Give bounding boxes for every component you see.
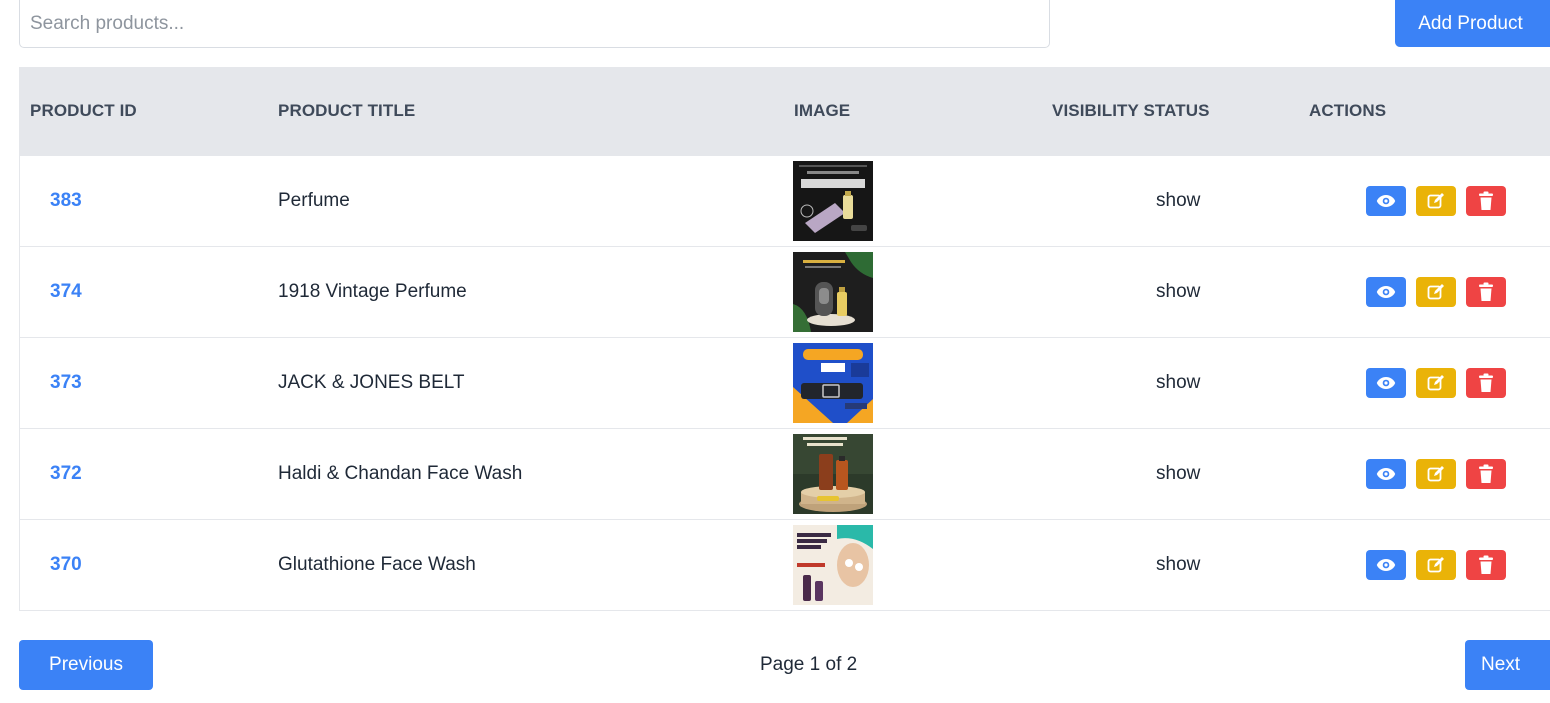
next-page-button[interactable]: Next xyxy=(1465,640,1550,690)
product-id-link[interactable]: 383 xyxy=(50,156,82,246)
product-id-link[interactable]: 370 xyxy=(50,520,82,610)
product-id-link[interactable]: 374 xyxy=(50,247,82,337)
delete-button[interactable] xyxy=(1466,550,1506,580)
edit-icon xyxy=(1427,375,1444,391)
glutathione-face-wash-product-thumbnail xyxy=(793,525,873,605)
product-title: Haldi & Chandan Face Wash xyxy=(278,463,523,484)
header-actions: ACTIONS xyxy=(1309,101,1387,120)
trash-icon xyxy=(1479,555,1493,574)
view-button[interactable] xyxy=(1366,550,1406,580)
edit-icon xyxy=(1427,557,1444,573)
product-title: Perfume xyxy=(278,190,350,211)
delete-button[interactable] xyxy=(1466,186,1506,216)
header-product-title: PRODUCT TITLE xyxy=(278,101,416,120)
edit-button[interactable] xyxy=(1416,186,1456,216)
table-row: 373 JACK & JONES BELT show xyxy=(20,337,1550,428)
edit-button[interactable] xyxy=(1416,459,1456,489)
edit-icon xyxy=(1427,284,1444,300)
perfume-product-thumbnail xyxy=(793,161,873,241)
table-row: 374 1918 Vintage Perfume show xyxy=(20,246,1550,337)
product-title: Glutathione Face Wash xyxy=(278,554,476,575)
view-button[interactable] xyxy=(1366,459,1406,489)
row-actions xyxy=(1366,338,1506,428)
product-id-link[interactable]: 372 xyxy=(50,429,82,519)
edit-button[interactable] xyxy=(1416,277,1456,307)
vintage-perfume-product-thumbnail xyxy=(793,252,873,332)
row-actions xyxy=(1366,429,1506,519)
page-indicator: Page 1 of 2 xyxy=(760,654,858,675)
search-input[interactable] xyxy=(19,0,1050,48)
edit-button[interactable] xyxy=(1416,550,1456,580)
product-id-link[interactable]: 373 xyxy=(50,338,82,428)
table-row: 370 Glutathione Face Wash show xyxy=(20,519,1550,610)
delete-button[interactable] xyxy=(1466,459,1506,489)
row-actions xyxy=(1366,156,1506,246)
edit-button[interactable] xyxy=(1416,368,1456,398)
edit-icon xyxy=(1427,193,1444,209)
eye-icon xyxy=(1376,468,1396,480)
trash-icon xyxy=(1479,464,1493,483)
eye-icon xyxy=(1376,377,1396,389)
eye-icon xyxy=(1376,195,1396,207)
row-actions xyxy=(1366,520,1506,610)
view-button[interactable] xyxy=(1366,277,1406,307)
visibility-status: show xyxy=(1156,190,1201,211)
delete-button[interactable] xyxy=(1466,368,1506,398)
trash-icon xyxy=(1479,191,1493,210)
visibility-status: show xyxy=(1156,554,1201,575)
product-title: JACK & JONES BELT xyxy=(278,372,465,393)
row-actions xyxy=(1366,247,1506,337)
view-button[interactable] xyxy=(1366,368,1406,398)
delete-button[interactable] xyxy=(1466,277,1506,307)
trash-icon xyxy=(1479,282,1493,301)
face-wash-product-thumbnail xyxy=(793,434,873,514)
products-table: PRODUCT ID PRODUCT TITLE IMAGE VISIBILIT… xyxy=(19,67,1550,611)
table-row: 383 Perfume show xyxy=(20,155,1550,246)
trash-icon xyxy=(1479,373,1493,392)
header-visibility-status: VISIBILITY STATUS xyxy=(1052,101,1210,120)
header-image: IMAGE xyxy=(794,101,851,120)
previous-page-button[interactable]: Previous xyxy=(19,640,153,690)
eye-icon xyxy=(1376,559,1396,571)
visibility-status: show xyxy=(1156,372,1201,393)
eye-icon xyxy=(1376,286,1396,298)
view-button[interactable] xyxy=(1366,186,1406,216)
table-header: PRODUCT ID PRODUCT TITLE IMAGE VISIBILIT… xyxy=(20,67,1550,155)
add-product-button[interactable]: Add Product xyxy=(1395,0,1550,47)
header-product-id: PRODUCT ID xyxy=(30,101,137,120)
product-title: 1918 Vintage Perfume xyxy=(278,281,467,302)
edit-icon xyxy=(1427,466,1444,482)
belt-product-thumbnail xyxy=(793,343,873,423)
visibility-status: show xyxy=(1156,281,1201,302)
visibility-status: show xyxy=(1156,463,1201,484)
table-row: 372 Haldi & Chandan Face Wash show xyxy=(20,428,1550,519)
